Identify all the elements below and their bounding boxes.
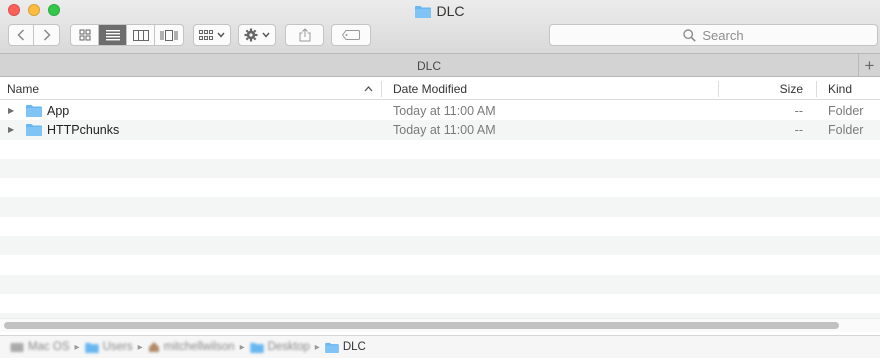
tag-icon bbox=[342, 30, 360, 40]
home-icon bbox=[148, 342, 159, 352]
tags-button[interactable] bbox=[331, 24, 371, 46]
tab-bar: DLC + bbox=[0, 54, 880, 77]
hard-drive-icon bbox=[10, 343, 24, 352]
chevron-down-icon bbox=[262, 32, 270, 38]
disclosure-triangle-icon[interactable]: ▶ bbox=[8, 120, 14, 139]
finder-window: DLC Search DLC + Name Date Modified Size… bbox=[0, 0, 880, 358]
search-icon bbox=[683, 28, 697, 42]
folder-icon bbox=[325, 342, 339, 353]
path-separator-icon: ▸ bbox=[137, 341, 143, 353]
column-size-header[interactable]: Size bbox=[719, 78, 816, 100]
back-button[interactable] bbox=[9, 25, 34, 45]
folder-icon bbox=[26, 105, 42, 117]
file-date: Today at 11:00 AM bbox=[393, 122, 496, 137]
action-button[interactable] bbox=[238, 24, 276, 46]
path-item-dlc[interactable]: DLC bbox=[325, 341, 366, 353]
file-name-cell: HTTPchunks bbox=[26, 120, 119, 139]
icon-view-button[interactable] bbox=[71, 25, 99, 45]
file-name: HTTPchunks bbox=[47, 122, 120, 137]
path-item-desktop[interactable]: Desktop bbox=[249, 341, 310, 353]
view-mode-control bbox=[70, 24, 184, 46]
path-separator-icon: ▸ bbox=[239, 341, 245, 353]
toolbar: DLC Search bbox=[0, 0, 880, 54]
disclosure-triangle-icon[interactable]: ▶ bbox=[8, 101, 14, 120]
empty-row bbox=[0, 140, 880, 159]
table-row[interactable]: ▶ HTTPchunks Today at 11:00 AM -- Folder bbox=[0, 120, 880, 140]
path-separator-icon: ▸ bbox=[314, 341, 320, 353]
scrollbar-thumb[interactable] bbox=[4, 322, 839, 329]
table-row[interactable]: ▶ App Today at 11:00 AM -- Folder bbox=[0, 101, 880, 120]
folder-icon bbox=[26, 124, 42, 137]
column-kind-label: Kind bbox=[828, 82, 853, 96]
path-item-home[interactable]: mitchellwilson bbox=[148, 341, 235, 353]
column-view-icon bbox=[132, 29, 149, 41]
column-date-label: Date Modified bbox=[393, 82, 468, 96]
file-kind: Folder bbox=[828, 122, 864, 137]
file-date: Today at 11:00 AM bbox=[393, 103, 496, 118]
column-divider[interactable] bbox=[381, 81, 382, 97]
column-view-button[interactable] bbox=[127, 25, 155, 45]
path-separator-icon: ▸ bbox=[74, 341, 80, 353]
empty-row bbox=[0, 294, 880, 313]
column-kind-header[interactable]: Kind bbox=[821, 78, 880, 100]
folder-icon bbox=[415, 4, 432, 22]
window-title-text: DLC bbox=[436, 3, 465, 19]
empty-row bbox=[0, 217, 880, 236]
path-item-label: mitchellwilson bbox=[163, 341, 235, 353]
empty-row bbox=[0, 255, 880, 274]
column-size-label: Size bbox=[779, 82, 803, 96]
file-size: -- bbox=[794, 103, 803, 118]
path-bar: Mac OS ▸ Users ▸ mitchellwilson ▸ Deskto… bbox=[0, 335, 880, 358]
cover-flow-icon bbox=[160, 29, 178, 41]
column-date-header[interactable]: Date Modified bbox=[386, 78, 718, 100]
empty-row bbox=[0, 178, 880, 197]
tab-dlc[interactable]: DLC bbox=[0, 54, 859, 77]
path-item-label: Users bbox=[102, 341, 133, 353]
arrange-grid-icon bbox=[199, 29, 213, 40]
arrange-button[interactable] bbox=[193, 24, 231, 46]
search-placeholder: Search bbox=[702, 27, 744, 43]
empty-row bbox=[0, 197, 880, 217]
path-item-label: Desktop bbox=[267, 341, 310, 353]
folder-icon bbox=[84, 342, 99, 353]
window-title: DLC bbox=[0, 2, 880, 22]
column-name-label: Name bbox=[7, 82, 40, 96]
gear-icon bbox=[244, 28, 258, 42]
share-button[interactable] bbox=[285, 24, 324, 46]
share-icon bbox=[299, 28, 310, 42]
file-size: -- bbox=[794, 122, 803, 137]
empty-row bbox=[0, 274, 880, 294]
list-view-button[interactable] bbox=[99, 25, 127, 45]
cover-flow-button[interactable] bbox=[155, 25, 183, 45]
nav-buttons bbox=[8, 24, 60, 46]
path-item-label: DLC bbox=[342, 341, 366, 353]
file-list: ▶ App Today at 11:00 AM -- Folder ▶ HTTP… bbox=[0, 101, 880, 318]
horizontal-scrollbar[interactable] bbox=[0, 318, 880, 332]
path-item-label: Mac OS bbox=[28, 341, 70, 353]
chevron-left-icon bbox=[17, 29, 25, 41]
file-kind: Folder bbox=[828, 103, 864, 118]
new-tab-button[interactable]: + bbox=[859, 54, 880, 77]
folder-icon bbox=[249, 342, 264, 353]
column-divider[interactable] bbox=[816, 81, 817, 97]
empty-row bbox=[0, 158, 880, 179]
column-header: Name Date Modified Size Kind bbox=[0, 78, 880, 100]
sort-ascending-icon bbox=[364, 78, 373, 100]
path-item-mac-os[interactable]: Mac OS bbox=[10, 341, 70, 353]
chevron-down-icon bbox=[217, 32, 225, 38]
path-item-users[interactable]: Users bbox=[84, 341, 133, 353]
file-name-cell: App bbox=[26, 101, 69, 120]
chevron-right-icon bbox=[43, 29, 51, 41]
list-view-icon bbox=[105, 29, 120, 40]
icon-view-icon bbox=[79, 29, 90, 41]
empty-row bbox=[0, 236, 880, 256]
forward-button[interactable] bbox=[34, 25, 59, 45]
file-name: App bbox=[47, 103, 70, 118]
search-field[interactable]: Search bbox=[549, 24, 878, 46]
column-name-header[interactable]: Name bbox=[0, 78, 381, 100]
